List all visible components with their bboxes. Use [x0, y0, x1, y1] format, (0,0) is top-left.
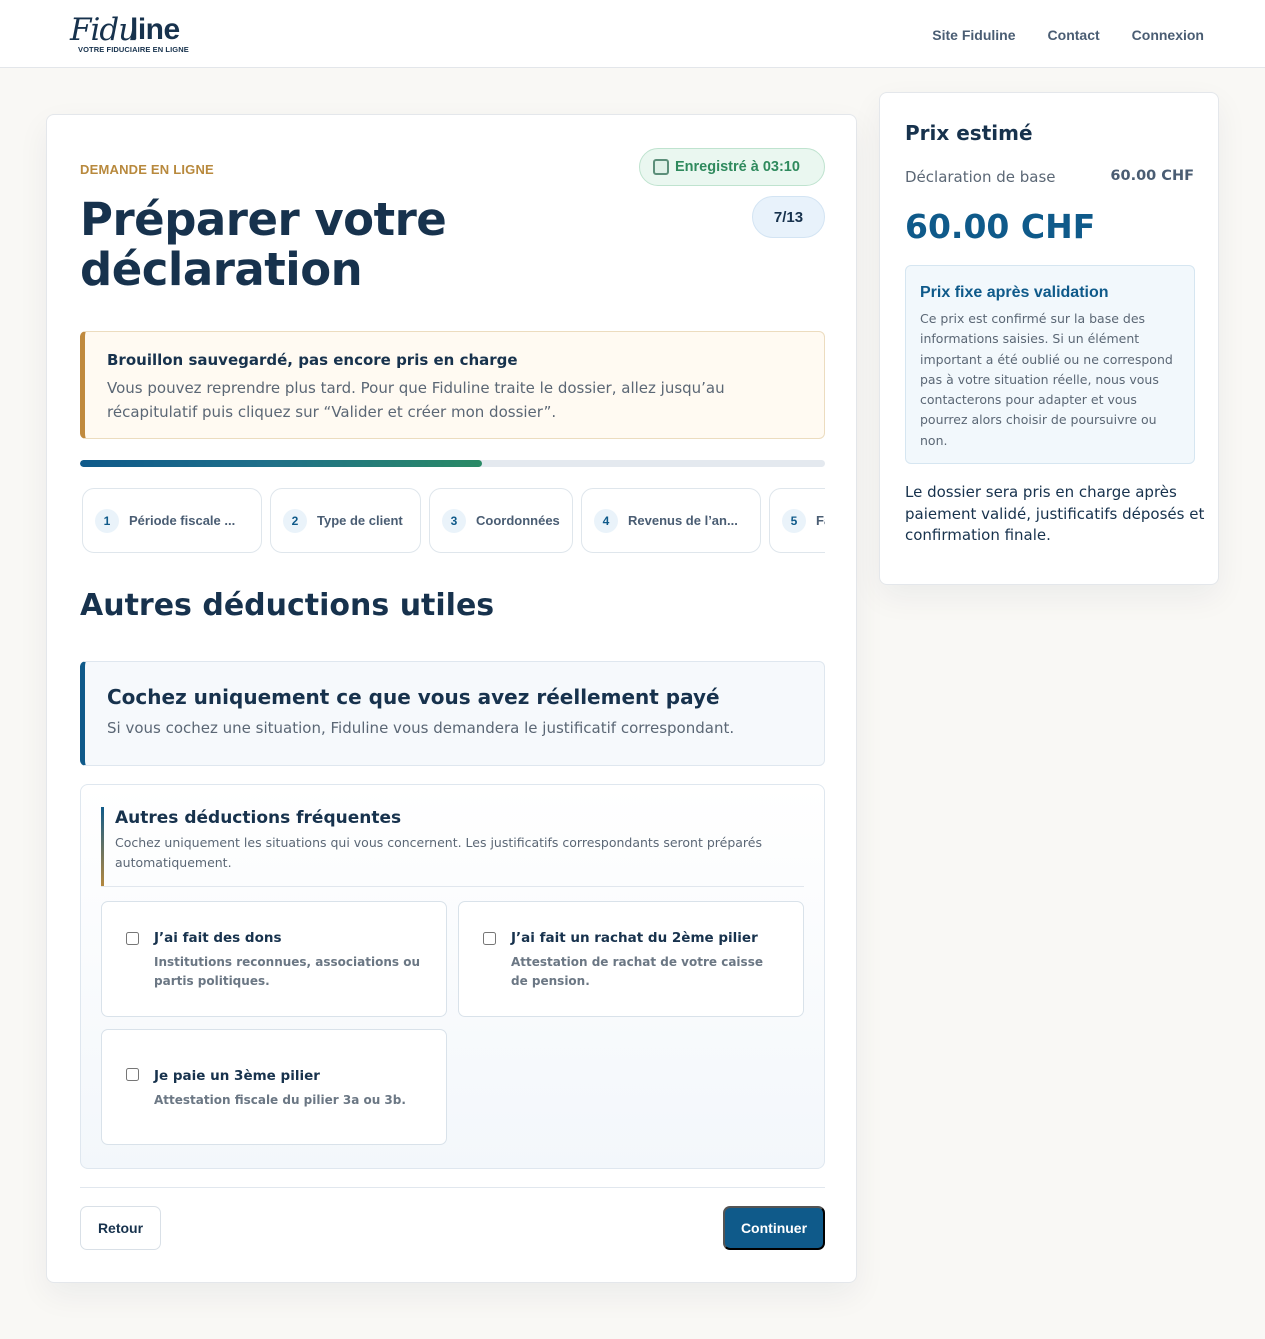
step-label: Fa: [816, 513, 825, 528]
step-tab-3[interactable]: 3 Coordonnées: [429, 488, 573, 553]
total-price: 60.00 CHF: [905, 207, 1096, 246]
base-price-label: Déclaration de base: [905, 168, 1056, 186]
fiduline-logo[interactable]: Fidu line VOTRE FIDUCIAIRE EN LIGNE: [70, 12, 200, 56]
nav-connexion[interactable]: Connexion: [1132, 26, 1204, 44]
back-button[interactable]: Retour: [80, 1206, 161, 1250]
nav-contact[interactable]: Contact: [1048, 26, 1100, 44]
step-navigation: 1 Période fiscale ... 2 Type de client 3…: [80, 488, 825, 554]
price-note: Le dossier sera pris en charge après pai…: [905, 483, 1205, 544]
step-tab-2[interactable]: 2 Type de client: [270, 488, 421, 553]
continue-button[interactable]: Continuer: [723, 1206, 825, 1250]
option-description: Attestation de rachat de votre caisse de…: [511, 955, 763, 988]
step-counter: 7/13: [752, 196, 825, 238]
logo-tagline: VOTRE FIDUCIAIRE EN LIGNE: [78, 45, 189, 54]
nav-site-fiduline[interactable]: Site Fiduline: [932, 26, 1015, 44]
price-summary-card: Prix estimé Déclaration de base 60.00 CH…: [879, 92, 1219, 585]
divider: [101, 886, 804, 887]
option-description: Institutions reconnues, associations ou …: [154, 955, 420, 988]
main-nav: Site Fiduline Contact Connexion: [932, 26, 1204, 44]
divider: [80, 1187, 825, 1188]
base-price-value: 60.00 CHF: [1110, 168, 1194, 184]
option-title: J’ai fait un rachat du 2ème pilier: [511, 930, 758, 946]
info-callout-title: Cochez uniquement ce que vous avez réell…: [107, 685, 720, 709]
step-number: 4: [594, 508, 618, 533]
page-title: Préparer votre déclaration: [80, 193, 447, 296]
progress-bar-fill: [80, 460, 483, 467]
deductions-group-header: Autres déductions fréquentes Cochez uniq…: [101, 807, 804, 887]
top-bar: Fidu line VOTRE FIDUCIAIRE EN LIGNE Site…: [0, 0, 1265, 68]
logo-bold: line: [130, 13, 180, 46]
form-card: DEMANDE EN LIGNE Enregistré à 03:10 7/13…: [46, 114, 857, 1283]
step-number: 5: [782, 508, 806, 533]
option-title: J’ai fait des dons: [154, 930, 282, 946]
option-checkbox-2e-pilier[interactable]: [483, 932, 496, 945]
step-tab-4[interactable]: 4 Revenus de l’an...: [581, 488, 761, 553]
option-card-3e-pilier[interactable]: Je paie un 3ème pilier Attestation fisca…: [101, 1029, 447, 1145]
step-label: Période fiscale ...: [129, 513, 236, 528]
step-label: Type de client: [317, 513, 403, 528]
logo-script: Fidu: [70, 12, 138, 48]
option-checkbox-dons[interactable]: [126, 932, 139, 945]
draft-notice: Brouillon sauvegardé, pas encore pris en…: [80, 331, 825, 439]
step-number: 1: [95, 508, 119, 533]
draft-notice-text: Vous pouvez reprendre plus tard. Pour qu…: [107, 379, 725, 421]
info-callout-text: Si vous cochez une situation, Fiduline v…: [107, 719, 735, 737]
step-number: 2: [283, 508, 307, 533]
fixed-price-text: Ce prix est confirmé sur la base des inf…: [920, 311, 1173, 448]
step-label: Coordonnées: [476, 513, 560, 528]
saved-status-text: Enregistré à 03:10: [675, 159, 800, 175]
checkbox-icon: [653, 159, 669, 175]
saved-status-badge: Enregistré à 03:10: [639, 148, 825, 186]
draft-notice-title: Brouillon sauvegardé, pas encore pris en…: [107, 351, 518, 369]
deductions-group-title: Autres déductions fréquentes: [115, 808, 402, 828]
option-card-dons[interactable]: J’ai fait des dons Institutions reconnue…: [101, 901, 447, 1017]
step-label: Revenus de l’an...: [628, 513, 738, 528]
fixed-price-title: Prix fixe après validation: [920, 284, 1109, 301]
info-callout: Cochez uniquement ce que vous avez réell…: [80, 661, 825, 766]
option-card-2e-pilier[interactable]: J’ai fait un rachat du 2ème pilier Attes…: [458, 901, 804, 1017]
option-checkbox-3e-pilier[interactable]: [126, 1068, 139, 1081]
section-title: Autres déductions utiles: [80, 588, 495, 623]
eyebrow-label: DEMANDE EN LIGNE: [80, 162, 214, 177]
step-number: 3: [442, 508, 466, 533]
step-tab-5[interactable]: 5 Fa: [769, 488, 825, 553]
deductions-group-subtitle: Cochez uniquement les situations qui vou…: [115, 835, 762, 870]
option-description: Attestation fiscale du pilier 3a ou 3b.: [154, 1093, 406, 1107]
deductions-group: Autres déductions fréquentes Cochez uniq…: [80, 784, 825, 1169]
progress-bar: [80, 460, 825, 467]
option-title: Je paie un 3ème pilier: [154, 1068, 320, 1084]
fixed-price-info: Prix fixe après validation Ce prix est c…: [905, 265, 1195, 464]
price-title: Prix estimé: [905, 121, 1033, 145]
step-tab-1[interactable]: 1 Période fiscale ...: [82, 488, 262, 553]
